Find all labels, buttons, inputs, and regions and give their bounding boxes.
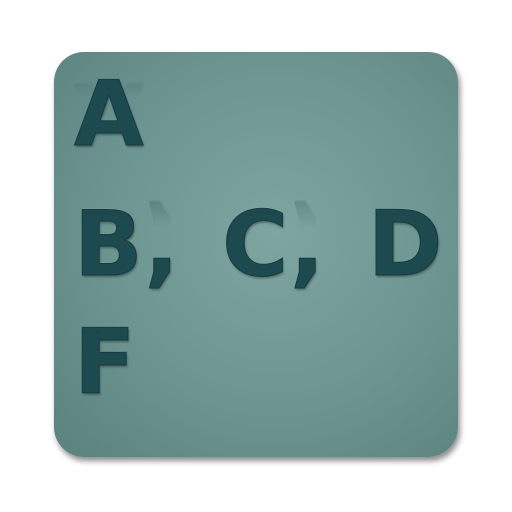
letter-a: A	[74, 62, 146, 167]
letters-b-c-d: B, C, D	[73, 192, 445, 297]
letter-f: F	[73, 310, 138, 415]
letter-row-3: F F	[73, 310, 138, 417]
letter-row-1: A A	[74, 62, 147, 169]
icon-canvas: A A B, C, D B, C, D F F	[0, 0, 512, 512]
app-icon-tile: A A B, C, D B, C, D F F	[54, 52, 458, 457]
letter-row-2: B, C, D B, C, D	[73, 192, 445, 299]
